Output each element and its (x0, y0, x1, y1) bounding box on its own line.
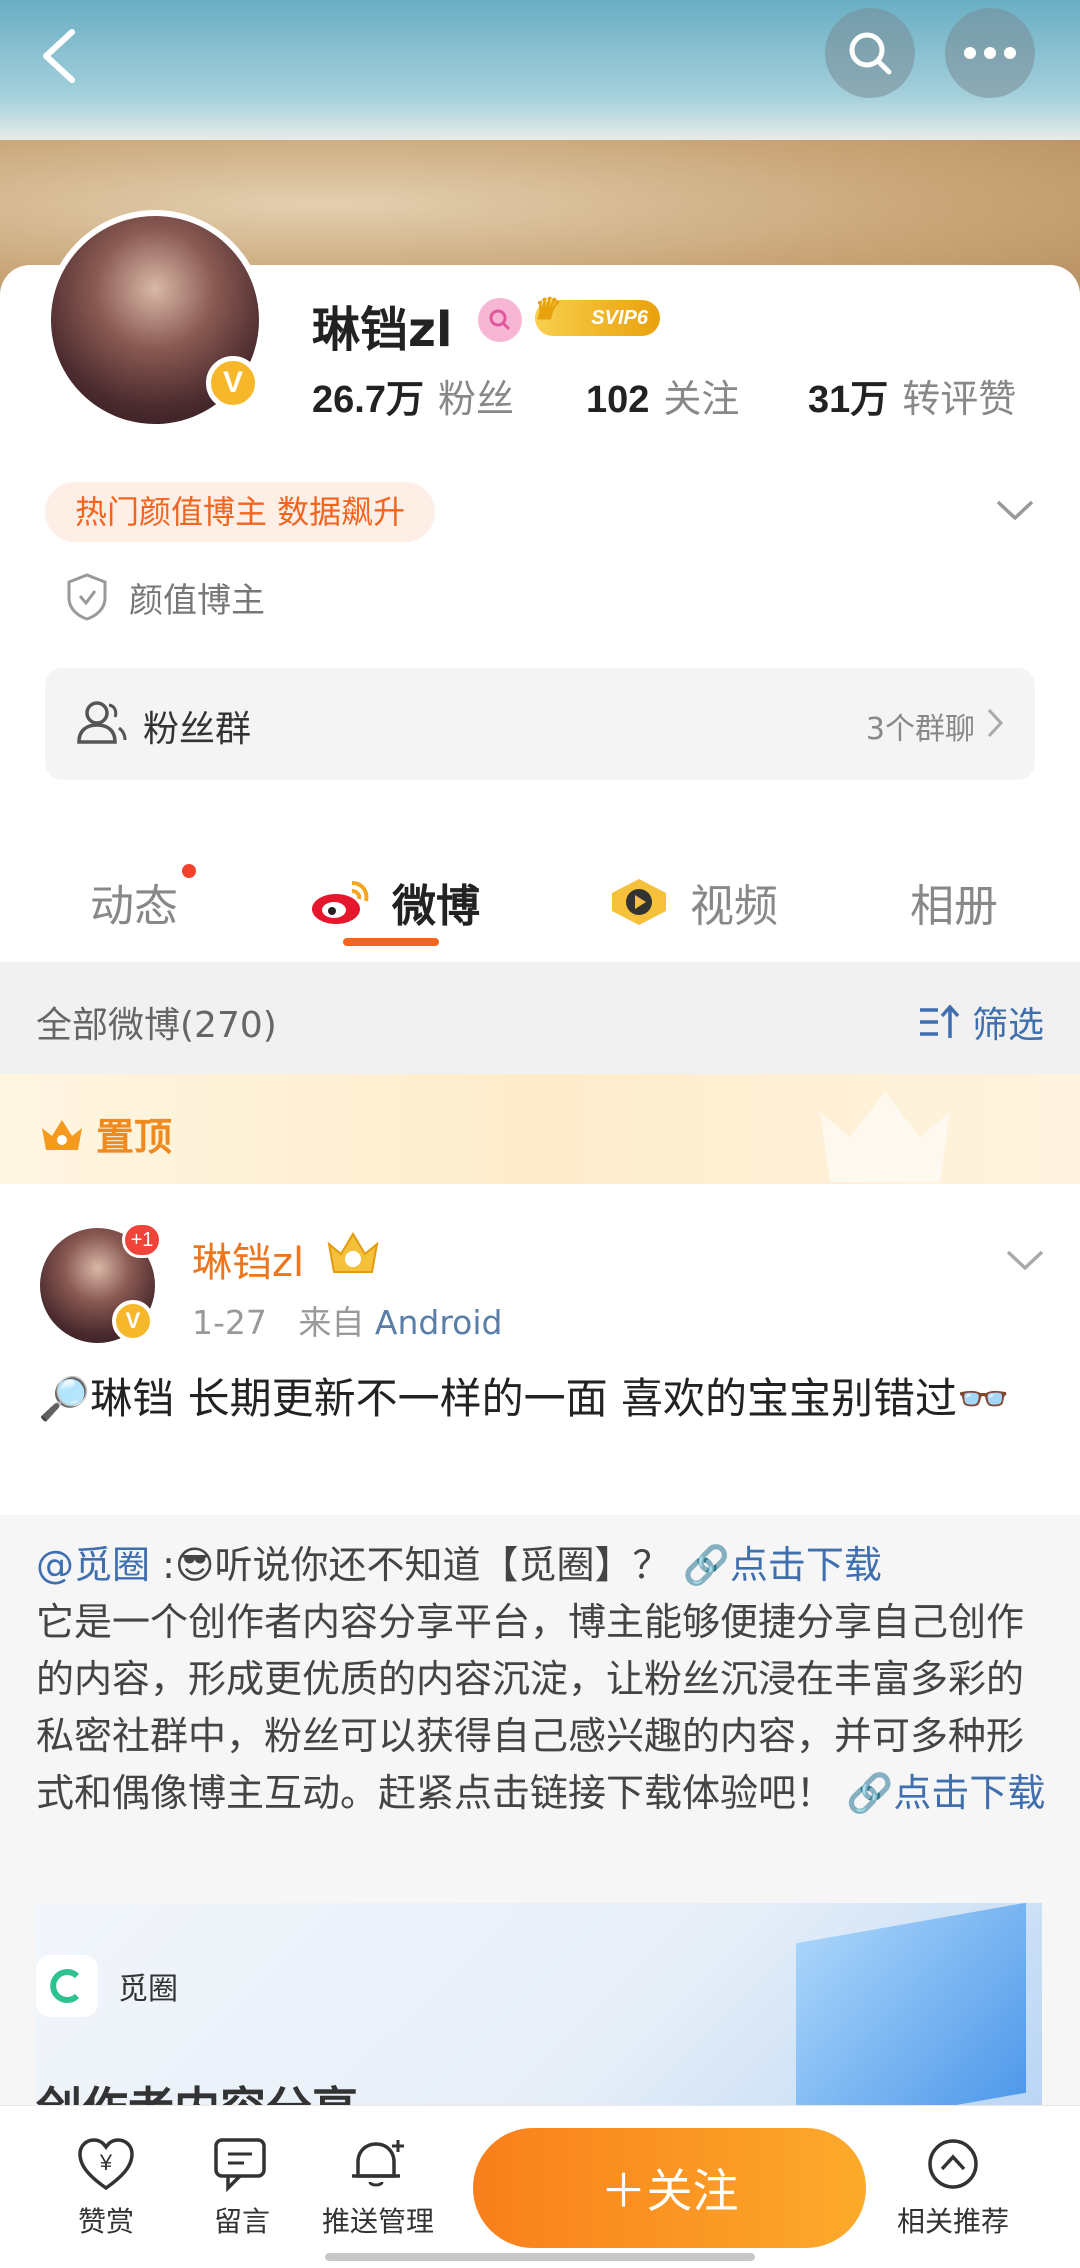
mention-link[interactable]: @觅圈 (36, 1543, 150, 1587)
chevron-up-circle-icon (928, 2139, 978, 2189)
verify-row: 颜值博主 (65, 572, 265, 622)
back-button[interactable] (30, 20, 90, 90)
tab-video[interactable]: 视频 (608, 870, 778, 934)
heart-yen-icon: ¥ (78, 2138, 134, 2191)
reward-button[interactable]: ¥ 赞赏 (36, 2136, 176, 2240)
post-date: 1-27 (192, 1303, 267, 1342)
tab-weibo-label: 微博 (392, 881, 480, 932)
sort-icon (919, 1004, 960, 1038)
tab-dynamics-label: 动态 (90, 881, 178, 932)
stat-following-label: 关注 (663, 377, 740, 421)
filter-label: 筛选 (971, 1005, 1044, 1046)
plus-one-badge: +1 (122, 1222, 162, 1258)
expand-profile-button[interactable] (990, 490, 1040, 530)
repost-media-image[interactable]: 觅圈 创作者内容分享 (36, 1903, 1042, 2105)
push-settings-label: 推送管理 (321, 2205, 434, 2238)
more-button[interactable] (945, 8, 1035, 98)
post-menu-button[interactable] (1000, 1240, 1050, 1280)
profile-name: 琳铛zl (312, 302, 453, 358)
repost-block[interactable]: @觅圈 :😎听说你还不知道【觅圈】？ 🔗点击下载 它是一个创作者内容分享平台，博… (0, 1515, 1080, 2105)
more-dots-icon (964, 47, 1016, 59)
app-logo-icon (36, 1955, 98, 2017)
tab-active-indicator (343, 938, 439, 946)
chat-icon (214, 2138, 266, 2192)
follow-button[interactable]: ＋关注 (473, 2128, 866, 2248)
tab-dynamics[interactable]: 动态 (90, 864, 196, 934)
pinned-crown-icon (42, 1119, 82, 1150)
chevron-down-icon (996, 500, 1034, 521)
profile-tabs: 动态 微博 视频 相册 (0, 830, 1080, 960)
chevron-down-icon (1006, 1250, 1044, 1271)
post-source[interactable]: Android (375, 1303, 503, 1342)
stat-fans-value: 26.7万 (312, 379, 424, 421)
hot-tag[interactable]: 热门颜值博主 数据飙升 (45, 482, 436, 542)
stat-fans-label: 粉丝 (437, 377, 514, 421)
notification-dot (182, 864, 196, 878)
push-settings-button[interactable]: 推送管理 (308, 2136, 448, 2240)
group-icon (77, 701, 127, 744)
vip-crown-icon (327, 1232, 379, 1273)
tab-weibo[interactable]: 微博 (310, 870, 480, 934)
media-partial-text: 创作者内容分享 (36, 2073, 358, 2105)
related-recommend-label: 相关推荐 (896, 2205, 1009, 2238)
pinned-bar: 置顶 (0, 1074, 1080, 1184)
svg-text:¥: ¥ (99, 2150, 113, 2175)
download-link-1[interactable]: 🔗点击下载 (683, 1543, 882, 1587)
related-recommend-button[interactable]: 相关推荐 (883, 2136, 1023, 2240)
media-app-name: 觅圈 (118, 1972, 178, 2007)
svip-badge[interactable]: ♛ SVIP6 (531, 293, 660, 336)
pinned-label-row: 置顶 (38, 1106, 172, 1161)
verify-label: 颜值博主 (129, 580, 265, 621)
post-author-name[interactable]: 琳铛zl (192, 1230, 304, 1288)
verified-badge-icon: V (206, 356, 260, 410)
media-illustration (796, 1903, 1026, 2105)
video-icon (612, 879, 666, 925)
post-verified-badge-icon: V (112, 1300, 154, 1342)
stat-interactions-value: 31万 (808, 379, 889, 421)
download-link-2[interactable]: 🔗点击下载 (846, 1771, 1045, 1815)
repost-text: @觅圈 :😎听说你还不知道【觅圈】？ 🔗点击下载 它是一个创作者内容分享平台，博… (36, 1537, 1046, 1822)
media-app-row: 觅圈 (36, 1955, 178, 2017)
svip-label: SVIP6 (591, 306, 648, 329)
post-meta: 1-27 来自 Android (192, 1296, 502, 1344)
weibo-logo-icon (312, 881, 369, 924)
stat-following-value: 102 (586, 379, 650, 421)
pink-badge-icon[interactable] (478, 298, 522, 342)
post-text[interactable]: 🔎琳铛 长期更新不一样的一面 喜欢的宝宝别错过👓 (38, 1370, 1048, 1428)
tab-video-label: 视频 (690, 881, 778, 932)
stat-fans[interactable]: 26.7万 粉丝 (312, 368, 514, 423)
stat-interactions-label: 转评赞 (902, 377, 1017, 421)
stat-interactions[interactable]: 31万 转评赞 (808, 368, 1016, 423)
message-button[interactable]: 留言 (172, 2136, 312, 2240)
all-posts-count: 全部微博(270) (36, 1005, 277, 1046)
bottom-action-bar: ¥ 赞赏 留言 推送管理 ＋关注 相关推荐 (0, 2105, 1080, 2268)
filter-button[interactable]: 筛选 (916, 996, 1044, 1048)
pinned-watermark-crown-icon (820, 1092, 950, 1182)
search-button[interactable] (825, 8, 915, 98)
stat-following[interactable]: 102 关注 (586, 368, 739, 423)
banner-sea (0, 0, 1080, 140)
reward-label: 赞赏 (77, 2205, 134, 2238)
search-icon (849, 32, 892, 75)
home-indicator (325, 2253, 755, 2261)
fans-group-count: 3个群聊 (865, 712, 975, 747)
crown-icon: ♛ (531, 293, 558, 326)
fans-group-label: 粉丝群 (143, 709, 252, 750)
profile-avatar[interactable]: V (45, 210, 265, 430)
repost-intro: :😎听说你还不知道【觅圈】？ (150, 1543, 683, 1587)
bell-plus-icon (352, 2140, 404, 2187)
pinned-label: 置顶 (96, 1115, 173, 1159)
tab-album[interactable]: 相册 (910, 870, 998, 934)
tab-album-label: 相册 (910, 881, 998, 932)
fans-group-row[interactable]: 粉丝群 3个群聊 (45, 668, 1035, 780)
filter-bar: 全部微博(270) 筛选 (0, 962, 1080, 1074)
message-label: 留言 (213, 2205, 270, 2238)
shield-icon (67, 573, 107, 621)
back-arrow-icon (43, 29, 75, 83)
post-source-prefix: 来自 (298, 1303, 365, 1342)
chevron-right-icon (987, 708, 1004, 738)
